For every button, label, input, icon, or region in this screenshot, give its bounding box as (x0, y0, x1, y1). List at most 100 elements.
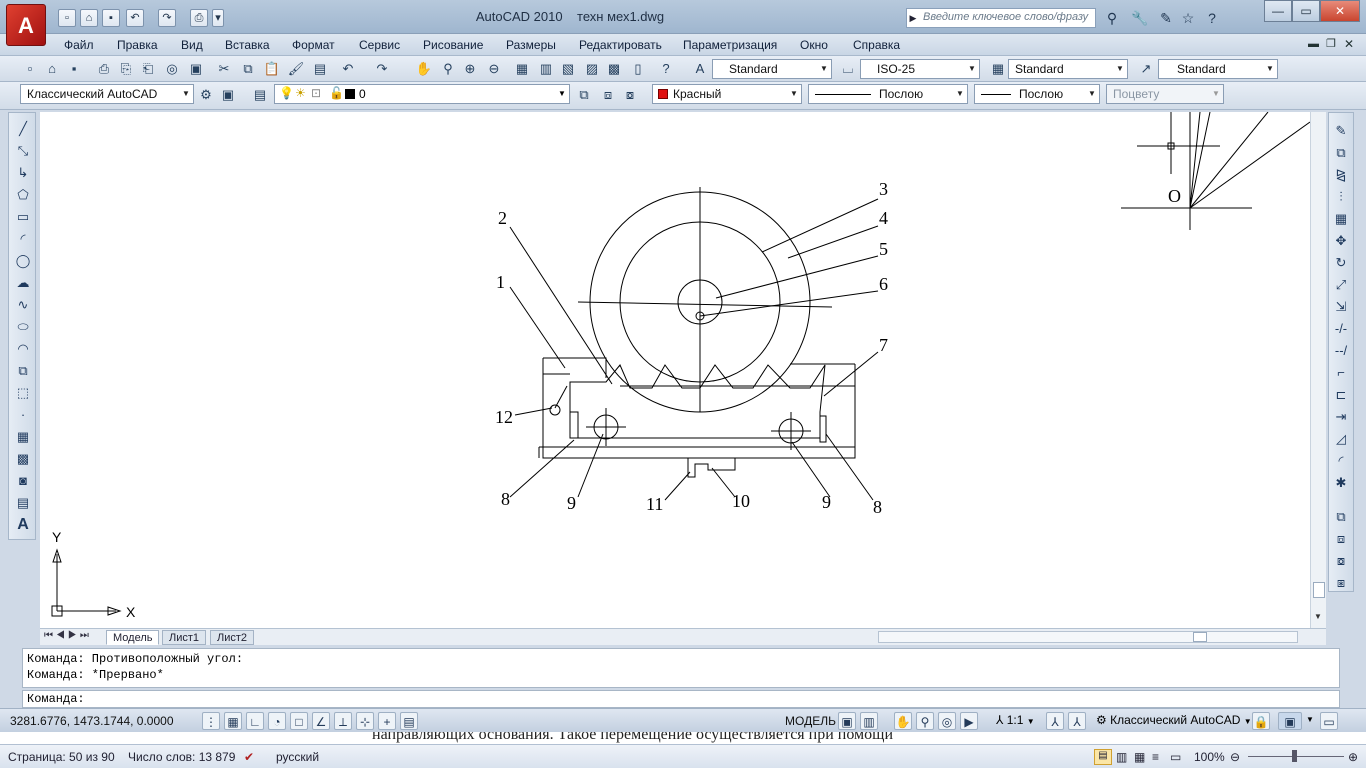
zoom-previous-icon[interactable]: ⊖ (484, 58, 504, 78)
markup-icon[interactable]: ▩ (604, 58, 624, 78)
object-snap-icon[interactable]: □ (290, 712, 308, 730)
quick-view-layouts-icon[interactable]: ▣ (838, 712, 856, 730)
model-space-toggle[interactable]: МОДЕЛЬ (782, 712, 839, 730)
workspace-switch[interactable]: ⚙ Классический AutoCAD ▼ (1096, 713, 1252, 727)
object-snap-tracking-icon[interactable]: ∠ (312, 712, 330, 730)
gradient-icon[interactable]: ▩ (12, 449, 34, 469)
color-select[interactable]: Красный ▼ (652, 84, 802, 104)
plot-icon[interactable]: ⎙ (190, 9, 208, 27)
ellipse-arc-icon[interactable]: ◠ (12, 339, 34, 359)
command-line-input[interactable]: Команда: (22, 690, 1340, 708)
circle-icon[interactable]: ◯ (12, 251, 34, 271)
zoom-realtime-icon[interactable]: ⚲ (438, 58, 458, 78)
coordinates-readout[interactable]: 3281.6776, 1473.1744, 0.0000 (10, 712, 196, 730)
spline-icon[interactable]: ∿ (12, 295, 34, 315)
help-icon[interactable]: ? (656, 58, 676, 78)
mirror-icon[interactable]: ⧎ (1330, 165, 1352, 185)
draft-view-icon[interactable]: ▭ (1170, 750, 1181, 764)
plot-preview-icon[interactable]: ⎘ (116, 58, 136, 78)
clean-screen-status-icon[interactable]: ▭ (1320, 712, 1338, 730)
clean-screen-icon[interactable]: ▣ (218, 84, 238, 104)
region-icon[interactable]: ◙ (12, 471, 34, 491)
copy-object-icon[interactable]: ⧉ (1330, 143, 1352, 163)
snap-mode-icon[interactable]: ⋮ (202, 712, 220, 730)
quick-properties-icon[interactable]: ▤ (400, 712, 418, 730)
design-center-icon[interactable]: ▥ (536, 58, 556, 78)
favorites-icon[interactable]: ☆ (1178, 9, 1198, 27)
redo-icon[interactable]: ↷ (372, 58, 392, 78)
multileader-style-icon[interactable]: ↗ (1136, 58, 1156, 78)
polar-tracking-icon[interactable]: ◔ (268, 712, 286, 730)
offset-icon[interactable]: ⫶ (1330, 187, 1352, 207)
scale-icon[interactable]: ⤢ (1330, 275, 1352, 295)
make-block-icon[interactable]: ⬚ (12, 383, 34, 403)
polyline-icon[interactable]: ↳ (12, 163, 34, 183)
array-icon[interactable]: ▦ (1330, 209, 1352, 229)
showmotion-icon[interactable]: ▶ (960, 712, 978, 730)
explode-icon[interactable]: ✱ (1330, 473, 1352, 493)
menu-file[interactable]: Файл (64, 38, 94, 54)
revision-cloud-icon[interactable]: ☁ (12, 273, 34, 293)
quick-view-drawings-icon[interactable]: ▥ (860, 712, 878, 730)
tab-navigation-icons[interactable]: ⏮◀▶⏭ (44, 630, 92, 641)
draw-order-above-icon[interactable]: ⧇ (1330, 551, 1352, 571)
ellipse-icon[interactable]: ⬭ (12, 317, 34, 337)
polygon-icon[interactable]: ⬠ (12, 185, 34, 205)
open-icon[interactable]: ⌂ (42, 58, 62, 78)
menu-insert[interactable]: Вставка (225, 38, 270, 54)
minimize-button[interactable]: — (1264, 0, 1292, 22)
ortho-mode-icon[interactable]: ∟ (246, 712, 264, 730)
plot-icon[interactable]: ⎙ (94, 58, 114, 78)
menu-format[interactable]: Формат (292, 38, 335, 54)
hardware-acceleration-icon[interactable]: ▣ (1278, 712, 1302, 730)
menu-edit[interactable]: Правка (117, 38, 158, 54)
multiline-text-icon[interactable]: A (12, 515, 34, 535)
toolbar-lock-icon[interactable]: 🔒 (1252, 712, 1270, 730)
menu-help[interactable]: Справка (853, 38, 900, 54)
annotation-visibility-icon[interactable]: ⅄ (1046, 712, 1064, 730)
trim-icon[interactable]: -/- (1330, 319, 1352, 339)
search-binoculars-icon[interactable]: ⚲ (1102, 9, 1122, 27)
pan-status-icon[interactable]: ✋ (894, 712, 912, 730)
quickcalc-icon[interactable]: ▯ (628, 58, 648, 78)
help-icon[interactable]: ? (1202, 9, 1222, 27)
insert-block-icon[interactable]: ⧉ (12, 361, 34, 381)
menu-modify[interactable]: Редактировать (579, 38, 662, 54)
open-file-icon[interactable]: ⌂ (80, 9, 98, 27)
subscription-center-icon[interactable]: 🔧 (1130, 9, 1150, 27)
move-icon[interactable]: ✥ (1330, 231, 1352, 251)
tab-model[interactable]: Модель (106, 630, 160, 645)
workspace-select[interactable]: Классический AutoCAD ▼ (20, 84, 194, 104)
rotate-icon[interactable]: ↻ (1330, 253, 1352, 273)
doc-restore-icon[interactable]: ❐ (1326, 37, 1336, 50)
qnew-icon[interactable]: ▫ (20, 58, 40, 78)
communication-center-icon[interactable]: ✎ (1156, 9, 1176, 27)
extend-icon[interactable]: --/ (1330, 341, 1352, 361)
block-editor-icon[interactable]: ▤ (310, 58, 330, 78)
doc-minimize-icon[interactable]: ▬ (1308, 38, 1319, 50)
copy-icon[interactable]: ⧉ (238, 58, 258, 78)
language-indicator[interactable]: русский (276, 750, 319, 764)
break-at-point-icon[interactable]: ⌐ (1330, 363, 1352, 383)
construction-line-icon[interactable]: ⤡ (12, 141, 34, 161)
menu-draw[interactable]: Рисование (423, 38, 483, 54)
point-icon[interactable]: · (12, 405, 34, 425)
menu-dimension[interactable]: Размеры (506, 38, 556, 54)
annotation-scale[interactable]: ⅄ 1:1 ▼ (996, 713, 1035, 727)
status-menu-icon[interactable]: ▼ (1306, 715, 1314, 724)
match-properties-icon[interactable]: 🖌 (286, 58, 306, 78)
pan-icon[interactable]: ✋ (414, 58, 434, 78)
print-layout-view-icon[interactable]: ▤ (1094, 749, 1112, 765)
layer-states-icon[interactable]: ⧇ (620, 84, 640, 104)
etransmit-icon[interactable]: ▣ (186, 58, 206, 78)
stretch-icon[interactable]: ⇲ (1330, 297, 1352, 317)
grid-display-icon[interactable]: ▦ (224, 712, 242, 730)
tab-layout2[interactable]: Лист2 (210, 630, 255, 645)
undo-icon[interactable]: ↶ (338, 58, 358, 78)
zoom-out-icon[interactable]: ⊖ (1230, 750, 1240, 764)
workspace-settings-icon[interactable]: ⚙ (196, 84, 216, 104)
cut-icon[interactable]: ✂ (214, 58, 234, 78)
break-icon[interactable]: ⊏ (1330, 385, 1352, 405)
tool-palettes-icon[interactable]: ▧ (558, 58, 578, 78)
menu-view[interactable]: Вид (181, 38, 203, 54)
